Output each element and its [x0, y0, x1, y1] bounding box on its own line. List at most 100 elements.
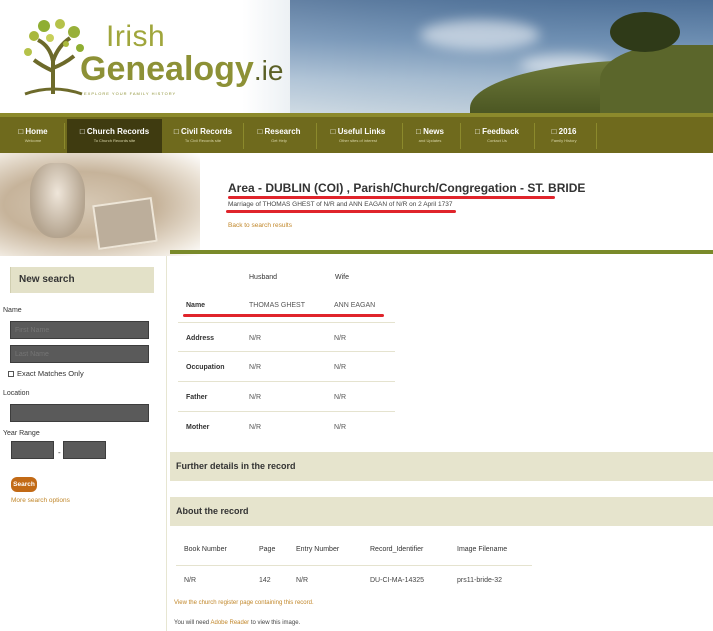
about-header-page: Page: [259, 546, 276, 553]
nav-sublabel: To Church Records site: [93, 138, 136, 143]
wife-mother: N/R: [334, 424, 347, 431]
adobe-reader-link[interactable]: Adobe Reader: [210, 620, 249, 626]
about-value-page: 142: [259, 577, 271, 584]
nav-item-research[interactable]: □ Research Get Help: [248, 119, 310, 153]
nav-label: □ Church Records: [79, 127, 150, 136]
nav-label: □ 2016: [551, 127, 577, 136]
husband-occupation: N/R: [249, 364, 262, 371]
location-input[interactable]: [10, 404, 149, 422]
year-range-label: Year Range: [3, 430, 40, 437]
about-header-entry-number: Entry Number: [296, 546, 340, 553]
row-label-occupation: Occupation: [186, 364, 225, 371]
about-value-record-identifier: DU-CI-MA-14325: [370, 577, 425, 584]
logo-text-irish: Irish: [106, 20, 166, 53]
area-title: Area - DUBLIN (COI) , Parish/Church/Cong…: [228, 181, 586, 195]
site-header: Irish Genealogy.ie EXPLORE YOUR FAMILY H…: [0, 0, 713, 113]
header-portrait-image: [0, 153, 200, 256]
row-divider: [178, 381, 395, 382]
row-label-mother: Mother: [186, 424, 210, 431]
nav-item-home[interactable]: □ Home Welcome: [8, 119, 58, 153]
about-header-book-number: Book Number: [184, 546, 227, 553]
wife-occupation: N/R: [334, 364, 347, 371]
about-value-book-number: N/R: [184, 577, 197, 584]
row-label-name: Name: [186, 302, 206, 309]
nav-divider: [316, 123, 317, 149]
header-divider-bar: [170, 250, 713, 254]
header-cloud: [420, 20, 540, 50]
row-label-father: Father: [186, 394, 208, 401]
nav-label: □ Feedback: [475, 127, 519, 136]
main-nav: □ Home Welcome □ Church Records To Churc…: [0, 113, 713, 153]
nav-divider: [243, 123, 244, 149]
sidebar-divider: [166, 256, 167, 631]
more-search-options-link[interactable]: More search options: [11, 497, 70, 504]
nav-divider: [402, 123, 403, 149]
adobe-notice: You will need Adobe Reader to view this …: [174, 620, 300, 626]
wife-name: ANN EAGAN: [334, 302, 376, 309]
first-name-input[interactable]: [10, 321, 149, 339]
red-underline: [226, 210, 456, 213]
nav-item-useful-links[interactable]: □ Useful Links Other sites of interest: [320, 119, 396, 153]
logo-tagline: EXPLORE YOUR FAMILY HISTORY: [84, 91, 177, 96]
exact-matches-label: Exact Matches Only: [17, 369, 84, 378]
further-details-section[interactable]: Further details in the record: [170, 452, 713, 481]
nav-sublabel: Welcome: [24, 138, 42, 143]
nav-label: □ Research: [257, 127, 301, 136]
nav-sublabel: Contact Us: [487, 138, 507, 143]
site-logo[interactable]: Irish Genealogy.ie EXPLORE YOUR FAMILY H…: [20, 12, 283, 102]
nav-item-2016[interactable]: □ 2016 Family History: [538, 119, 590, 153]
husband-address: N/R: [249, 335, 262, 342]
logo-text-genealogy: Genealogy.ie: [80, 50, 284, 88]
column-header-husband: Husband: [249, 274, 278, 281]
husband-name: THOMAS GHEST: [249, 302, 306, 309]
header-tree: [610, 12, 680, 52]
view-register-page-link[interactable]: View the church register page containing…: [174, 600, 314, 606]
nav-item-civil-records[interactable]: □ Civil Records To Civil Records site: [168, 119, 238, 153]
nav-label: □ Civil Records: [173, 127, 233, 136]
row-divider: [178, 322, 395, 323]
location-label: Location: [3, 390, 30, 397]
nav-label: □ Useful Links: [330, 127, 386, 136]
red-underline: [183, 314, 384, 317]
nav-item-feedback[interactable]: □ Feedback Contact Us: [464, 119, 530, 153]
about-row-divider: [176, 565, 532, 566]
marriage-summary: Marriage of THOMAS GHEST of N/R and ANN …: [228, 201, 453, 208]
nav-divider: [64, 123, 65, 149]
about-header-record-identifier: Record_Identifier: [370, 546, 424, 553]
about-record-section[interactable]: About the record: [170, 497, 713, 526]
red-underline: [228, 196, 555, 199]
nav-label: □ News: [416, 127, 444, 136]
wife-father: N/R: [334, 394, 347, 401]
husband-father: N/R: [249, 394, 262, 401]
nav-divider: [534, 123, 535, 149]
year-from-input[interactable]: [11, 441, 54, 459]
search-button[interactable]: Search: [11, 477, 37, 492]
row-divider: [178, 411, 395, 412]
column-header-wife: Wife: [335, 274, 349, 281]
adobe-suffix: to view this image.: [250, 620, 301, 626]
nav-sublabel: and Updates: [418, 138, 442, 143]
year-to-input[interactable]: [63, 441, 106, 459]
nav-divider: [596, 123, 597, 149]
nav-sublabel: Family History: [551, 138, 577, 143]
adobe-prefix: You will need: [174, 620, 210, 626]
row-label-address: Address: [186, 335, 215, 342]
nav-item-news[interactable]: □ News and Updates: [406, 119, 454, 153]
wife-address: N/R: [334, 335, 347, 342]
new-search-heading: New search: [10, 267, 154, 293]
last-name-input[interactable]: [10, 345, 149, 363]
back-to-results-link[interactable]: Back to search results: [228, 222, 292, 229]
about-value-entry-number: N/R: [296, 577, 309, 584]
about-header-image-filename: Image Filename: [457, 546, 508, 553]
portrait-face: [30, 163, 85, 238]
husband-mother: N/R: [249, 424, 262, 431]
nav-item-church-records[interactable]: □ Church Records To Church Records site: [67, 119, 162, 153]
exact-matches-checkbox[interactable]: [8, 371, 14, 377]
nav-sublabel: Get Help: [271, 138, 287, 143]
name-label: Name: [3, 307, 22, 314]
year-separator: -: [58, 448, 61, 457]
nav-divider: [460, 123, 461, 149]
row-divider: [178, 351, 395, 352]
portrait-photo: [92, 197, 158, 250]
nav-label: □ Home: [18, 127, 48, 136]
